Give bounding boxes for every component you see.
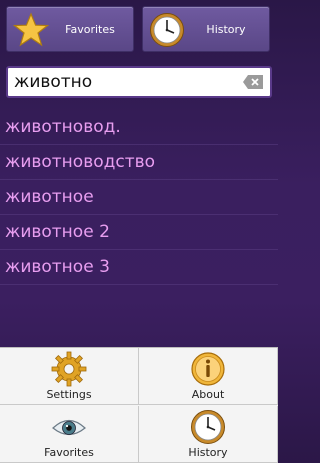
clock-icon [191,410,225,444]
search-box [6,66,272,98]
top-toolbar: Favorites History [0,0,278,60]
list-item[interactable]: животное [0,180,278,215]
list-item[interactable]: животное 2 [0,215,278,250]
options-menu: Settings About Favorites History [0,347,278,463]
star-icon [13,12,49,47]
list-item[interactable]: животное 3 [0,250,278,285]
history-label: History [206,22,246,36]
results-list: животновод. животноводство животное живо… [0,110,278,285]
eye-icon [52,419,86,436]
about-label: About [191,388,225,401]
menu-history[interactable]: History [139,406,278,463]
list-item[interactable]: животноводство [0,145,278,180]
menu-settings[interactable]: Settings [0,348,139,405]
info-icon [191,352,225,386]
favorites-label: Favorites [65,22,115,36]
gear-icon [51,351,87,387]
favorites-button[interactable]: Favorites [6,6,134,52]
list-item[interactable]: животновод. [0,110,278,145]
favorites-menu-label: Favorites [44,446,94,459]
menu-favorites[interactable]: Favorites [0,406,139,463]
menu-about[interactable]: About [139,348,278,405]
settings-label: Settings [46,388,92,401]
clock-icon [150,13,184,47]
search-input[interactable] [14,71,234,93]
history-button[interactable]: History [142,6,270,52]
backspace-clear-icon[interactable] [242,74,264,90]
history-menu-label: History [188,446,228,459]
